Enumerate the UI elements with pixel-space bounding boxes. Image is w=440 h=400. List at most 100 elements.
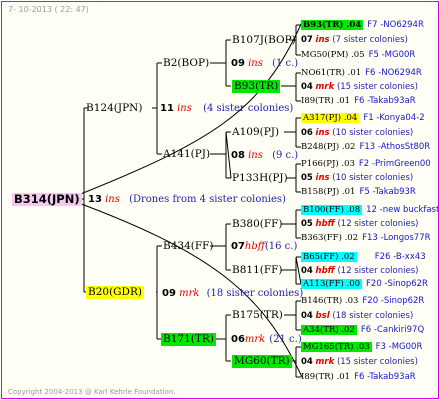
record-id: B248(PJ) .02 [301,142,356,152]
record-id: A34(TR) .02 [301,325,357,335]
record-num: 04 [301,82,313,92]
record-row[interactable]: B100(FF) .08 12 -new buckfast [301,205,439,215]
record-ancestor: F6 -Takab93aR [354,96,416,106]
record-row[interactable]: A34(TR) .02 F6 -Cankiri97Q [301,325,424,335]
record-row: 04 mrk (15 sister colonies) [301,82,418,92]
record-row: 06 ins (10 sister colonies) [301,128,413,138]
level2-info: 07hbff(16 c.) [231,240,297,253]
record-row[interactable]: B65(FF) .02 F26 -B-xx43 [301,252,426,262]
level1-sire-info: 11 ins (4 sister colonies) [160,102,293,115]
record-id: MG165(TR) .03 [301,342,372,352]
level2-comment: (16 c.) [264,241,298,252]
record-species: ins [315,173,330,183]
record-ancestor: 12 -new buckfast [366,205,439,215]
level1-sire-comment: (4 sister colonies) [203,103,294,114]
record-row[interactable]: I89(TR) .01 F6 -Takab93aR [301,372,416,382]
record-row[interactable]: B158(PJ) .01 F5 -Takab93R [301,187,416,197]
record-species: hbff [315,266,335,276]
record-row[interactable]: B93(TR) .04 F7 -NO6294R [301,20,424,30]
level2-num: 08 [231,150,245,161]
record-species: mrk [315,82,335,92]
record-ancestor: F13 -Longos77R [362,233,431,243]
record-num: 04 [301,357,313,367]
level2-info: 09 ins (1 c.) [231,57,298,70]
record-row[interactable]: B363(FF) .02 F13 -Longos77R [301,233,431,243]
level2-num: 06 [231,334,245,345]
level3-node[interactable]: A109(PJ) [232,126,279,139]
level2-info: 08 ins (9 c.) [231,149,298,162]
pedigree-frame: 7- 10-2013 ( 22: 47) B314(JPN) 13 ins (D… [1,1,439,399]
record-species: mrk [315,357,335,367]
level3-node[interactable]: B175(TR) [232,309,283,322]
root-species: ins [105,194,120,205]
level3-node[interactable]: P133H(PJ) [232,172,288,185]
level3-node[interactable]: B107J(BOP) [232,34,296,47]
record-row[interactable]: MG165(TR) .03 F3 -MG00R [301,342,422,352]
level1-dam[interactable]: B20(GDR) [86,286,144,299]
record-comment: (15 sister colonies) [336,82,418,92]
level3-node[interactable]: MG60(TR) [232,355,292,368]
level2-species: mrk [244,334,266,345]
record-species: ins [315,35,330,45]
level2-info: 06mrk (21 c.) [231,333,302,346]
record-num: 07 [301,35,313,45]
record-row[interactable]: A113(FF) .00 F20 -Sinop62R [301,279,428,289]
record-num: 04 [301,311,313,321]
level1-sire[interactable]: B124(JPN) [86,102,142,115]
level2-num: 07 [231,241,245,252]
record-id: B93(TR) .04 [301,20,364,30]
level3-node[interactable]: B93(TR) [232,80,281,93]
level2-num: 09 [231,58,245,69]
level2-comment: (1 c.) [272,58,299,69]
record-row[interactable]: NO61(TR) .01 F6 -NO6294R [301,68,422,78]
record-id: A317(PJ) .04 [301,113,360,123]
level1-sire-species: ins [177,103,192,114]
record-id: B65(FF) .02 [301,252,357,262]
record-ancestor: F2 -PrimGreen00 [358,159,431,169]
record-species: ins [315,128,330,138]
record-row[interactable]: I89(TR) .01 F6 -Takab93aR [301,96,416,106]
level3-node[interactable]: B811(FF) [232,264,283,277]
record-species: hbff [315,219,335,229]
record-ancestor: F20 -Sinop62R [366,279,428,289]
root-comment: (Drones from 4 sister colonies) [129,194,286,205]
level2-comment: (21 c.) [269,334,302,345]
root-num: 13 [88,194,102,205]
level3-node[interactable]: B380(FF) [232,218,283,231]
level1-dam-num: 09 [162,288,176,299]
record-row: 04 mrk (15 sister colonies) [301,357,418,367]
level1-dam-comment: (18 sister colonies) [206,288,304,299]
record-id: A113(FF) .00 [301,279,363,289]
record-ancestor: F6 -Cankiri97Q [360,325,425,335]
level2-node[interactable]: A141(PJ) [163,148,210,161]
record-ancestor: F20 -Sinop62R [362,296,425,306]
record-num: 05 [301,219,313,229]
record-ancestor: F5 -Takab93R [359,187,416,197]
record-comment: (18 sister colonies) [332,311,414,321]
record-ancestor: F3 -MG00R [375,342,423,352]
record-row[interactable]: MG50(PM) .05 F5 -MG00R [301,50,415,60]
record-row[interactable]: P166(PJ) .03 F2 -PrimGreen00 [301,159,431,169]
record-comment: (10 sister colonies) [332,128,414,138]
root-info: 13 ins (Drones from 4 sister colonies) [88,193,286,206]
record-row: 05 ins (10 sister colonies) [301,173,413,183]
record-ancestor: F1 -Konya04-2 [363,113,425,123]
level2-species: ins [248,58,263,69]
record-id: B146(TR) .03 [301,296,359,306]
record-num: 06 [301,128,313,138]
level2-node[interactable]: B2(BOP) [163,57,209,70]
record-ancestor: F6 -Takab93aR [354,372,416,382]
record-comment: (15 sister colonies) [336,357,418,367]
record-id: P166(PJ) .03 [301,159,355,169]
level2-node[interactable]: B171(TR) [161,333,216,346]
record-id: NO61(TR) .01 [301,68,362,78]
record-row[interactable]: A317(PJ) .04 F1 -Konya04-2 [301,113,425,123]
record-row: 05 hbff (12 sister colonies) [301,219,418,229]
record-id: B363(FF) .02 [301,233,359,243]
record-row: 07 ins (7 sister colonies) [301,35,408,45]
record-row[interactable]: B248(PJ) .02 F13 -AthosSt80R [301,142,430,152]
root-queen[interactable]: B314(JPN) [12,193,82,206]
record-row[interactable]: B146(TR) .03 F20 -Sinop62R [301,296,424,306]
record-id: MG50(PM) .05 [301,50,365,60]
level2-node[interactable]: B434(FF) [163,240,214,253]
